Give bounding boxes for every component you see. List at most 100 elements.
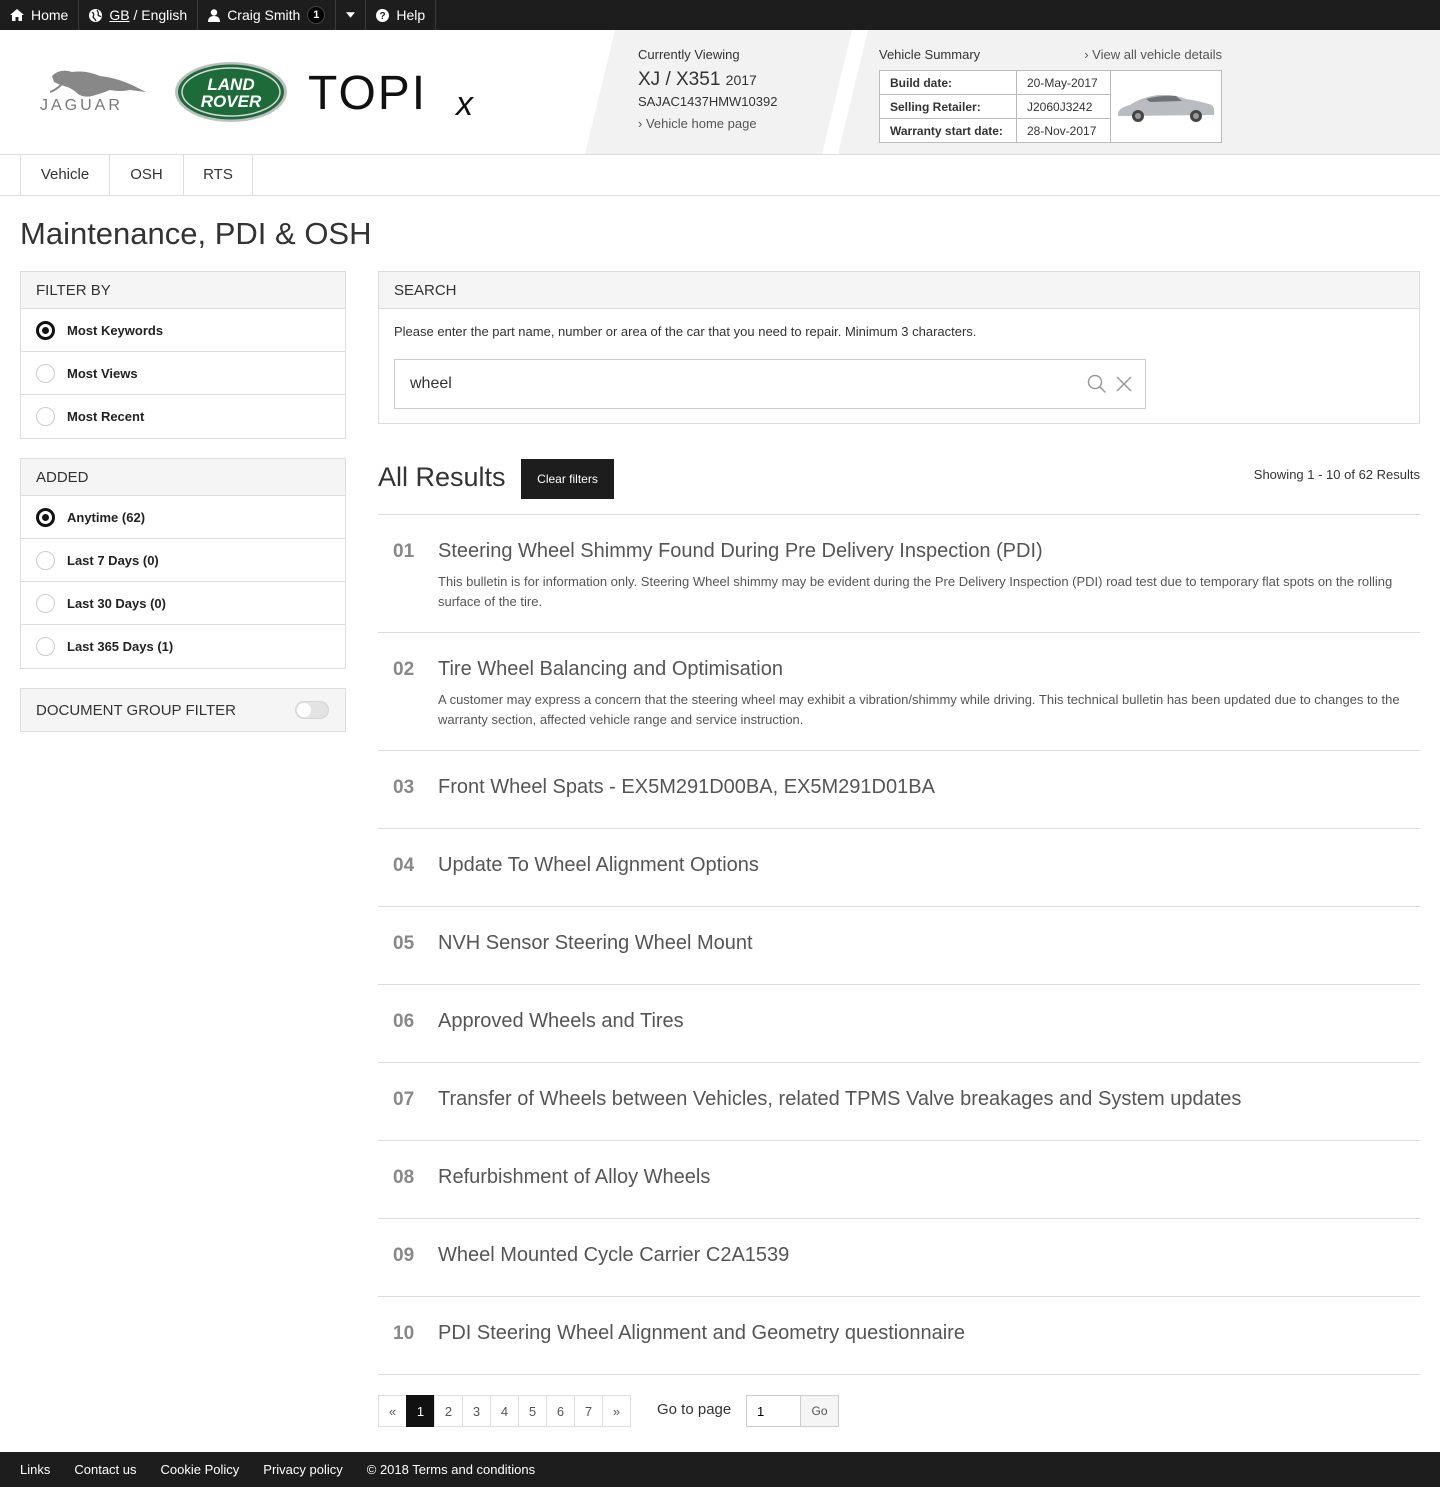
filter-option-label: Most Recent bbox=[67, 409, 145, 424]
result-item[interactable]: 07 Transfer of Wheels between Vehicles, … bbox=[378, 1063, 1420, 1141]
clear-filters-button[interactable]: Clear filters bbox=[521, 459, 614, 499]
result-item[interactable]: 01 Steering Wheel Shimmy Found During Pr… bbox=[378, 515, 1420, 633]
radio-unselected[interactable] bbox=[36, 637, 55, 656]
radio-unselected[interactable] bbox=[36, 550, 55, 570]
close-icon[interactable] bbox=[1116, 376, 1132, 392]
result-title[interactable]: Steering Wheel Shimmy Found During Pre D… bbox=[438, 540, 1043, 563]
currently-viewing-label: Currently Viewing bbox=[638, 47, 740, 62]
radio-unselected[interactable] bbox=[36, 407, 55, 426]
radio-unselected[interactable] bbox=[36, 593, 55, 613]
added-option-last-7-days[interactable]: Last 7 Days (0) bbox=[21, 539, 345, 582]
top-bar: Home GB / English Craig Smith 1 ? Help bbox=[0, 0, 1440, 30]
land-rover-logo[interactable]: LAND ROVER bbox=[174, 61, 288, 123]
language-selector[interactable]: GB / English bbox=[79, 0, 199, 30]
help-label: Help bbox=[396, 7, 426, 23]
search-input[interactable] bbox=[395, 360, 1075, 408]
footer-link-contact[interactable]: Contact us bbox=[74, 1462, 136, 1477]
radio-selected[interactable] bbox=[36, 320, 55, 340]
page-button-current[interactable]: 1 bbox=[406, 1395, 435, 1427]
filter-option-most-recent[interactable]: Most Recent bbox=[21, 395, 345, 438]
summary-value: 28-Nov-2017 bbox=[1017, 119, 1111, 143]
result-number: 10 bbox=[393, 1323, 415, 1344]
document-group-filter-label: DOCUMENT GROUP FILTER bbox=[36, 701, 237, 719]
help-link[interactable]: ? Help bbox=[366, 0, 437, 30]
jaguar-wordmark: JAGUAR bbox=[40, 97, 123, 114]
result-description: This bulletin is for information only. S… bbox=[438, 574, 1393, 609]
result-item[interactable]: 05 NVH Sensor Steering Wheel Mount bbox=[378, 907, 1420, 985]
result-number: 01 bbox=[393, 541, 415, 562]
pagination: « 1 2 3 4 5 6 7 » bbox=[378, 1395, 631, 1427]
tab-rts[interactable]: RTS bbox=[184, 155, 253, 196]
result-number: 04 bbox=[393, 855, 415, 876]
result-title[interactable]: Wheel Mounted Cycle Carrier C2A1539 bbox=[438, 1244, 789, 1267]
page-button[interactable]: 7 bbox=[574, 1395, 603, 1427]
tab-vehicle[interactable]: Vehicle bbox=[20, 155, 110, 196]
page-button[interactable]: 2 bbox=[434, 1395, 463, 1427]
chevron-right-icon: › bbox=[638, 116, 643, 131]
result-title[interactable]: Transfer of Wheels between Vehicles, rel… bbox=[438, 1088, 1241, 1111]
filter-option-most-views[interactable]: Most Views bbox=[21, 352, 345, 395]
home-link[interactable]: Home bbox=[0, 0, 80, 30]
vehicle-year: 2017 bbox=[725, 72, 757, 88]
page-prev-button[interactable]: « bbox=[378, 1395, 407, 1427]
result-description: A customer may express a concern that th… bbox=[438, 692, 1400, 727]
result-title[interactable]: PDI Steering Wheel Alignment and Geometr… bbox=[438, 1322, 965, 1345]
footer-link-privacy-policy[interactable]: Privacy policy bbox=[263, 1462, 342, 1477]
footer-link-terms[interactable]: © 2018 Terms and conditions bbox=[367, 1462, 535, 1477]
page-button[interactable]: 6 bbox=[546, 1395, 575, 1427]
page-next-button[interactable]: » bbox=[602, 1395, 631, 1427]
vehicle-thumbnail bbox=[1118, 94, 1215, 122]
filter-option-label: Most Views bbox=[67, 365, 138, 381]
result-item[interactable]: 04 Update To Wheel Alignment Options bbox=[378, 829, 1420, 907]
result-number: 02 bbox=[393, 659, 415, 680]
filter-by-title: FILTER BY bbox=[21, 272, 345, 309]
added-title: ADDED bbox=[21, 459, 345, 496]
added-option-last-30-days[interactable]: Last 30 Days (0) bbox=[21, 582, 345, 625]
result-title[interactable]: Refurbishment of Alloy Wheels bbox=[438, 1166, 710, 1189]
search-icon[interactable] bbox=[1087, 374, 1107, 394]
result-title[interactable]: Front Wheel Spats - EX5M291D00BA, EX5M29… bbox=[438, 776, 935, 799]
footer-link-cookie-policy[interactable]: Cookie Policy bbox=[161, 1462, 240, 1477]
result-number: 09 bbox=[393, 1245, 415, 1266]
summary-value: 20-May-2017 bbox=[1017, 71, 1111, 94]
footer-link-links[interactable]: Links bbox=[20, 1462, 50, 1477]
summary-key: Selling Retailer: bbox=[880, 95, 1017, 118]
filter-option-most-keywords[interactable]: Most Keywords bbox=[21, 309, 345, 352]
header-divider bbox=[822, 30, 868, 154]
user-menu-dropdown[interactable] bbox=[336, 0, 367, 30]
result-title[interactable]: NVH Sensor Steering Wheel Mount bbox=[438, 932, 753, 955]
result-item[interactable]: 02 Tire Wheel Balancing and Optimisation… bbox=[378, 633, 1420, 751]
vehicle-home-link[interactable]: › Vehicle home page bbox=[638, 116, 777, 131]
radio-unselected[interactable] bbox=[36, 363, 55, 383]
vehicle-vin: SAJAC1437HMW10392 bbox=[638, 94, 778, 109]
result-item[interactable]: 06 Approved Wheels and Tires bbox=[378, 985, 1420, 1063]
goto-page-input[interactable] bbox=[746, 1395, 801, 1427]
result-item[interactable]: 08 Refurbishment of Alloy Wheels bbox=[378, 1141, 1420, 1219]
topix-logo[interactable]: TOPI x bbox=[308, 68, 498, 124]
result-title[interactable]: Approved Wheels and Tires bbox=[438, 1010, 684, 1033]
summary-row-selling-retailer: Selling Retailer: J2060J3242 bbox=[880, 95, 1111, 119]
notification-badge[interactable]: 1 bbox=[307, 6, 326, 24]
result-item[interactable]: 03 Front Wheel Spats - EX5M291D00BA, EX5… bbox=[378, 751, 1420, 829]
vehicle-summary-label: Vehicle Summary bbox=[879, 47, 981, 62]
jaguar-logo[interactable]: JAGUAR bbox=[38, 66, 150, 118]
page-button[interactable]: 4 bbox=[490, 1395, 519, 1427]
page-button[interactable]: 3 bbox=[462, 1395, 491, 1427]
result-item[interactable]: 09 Wheel Mounted Cycle Carrier C2A1539 bbox=[378, 1219, 1420, 1297]
page-button[interactable]: 5 bbox=[518, 1395, 547, 1427]
go-button[interactable]: Go bbox=[800, 1395, 839, 1427]
main-tabs: Vehicle OSH RTS bbox=[0, 155, 1440, 196]
svg-text:?: ? bbox=[380, 11, 386, 22]
view-all-details-label: View all vehicle details bbox=[1092, 47, 1222, 62]
view-all-details-link[interactable]: › View all vehicle details bbox=[1084, 47, 1222, 62]
document-group-toggle[interactable] bbox=[295, 701, 329, 719]
result-title[interactable]: Tire Wheel Balancing and Optimisation bbox=[438, 658, 783, 681]
radio-selected[interactable] bbox=[36, 507, 55, 527]
tab-osh[interactable]: OSH bbox=[110, 155, 184, 196]
result-title[interactable]: Update To Wheel Alignment Options bbox=[438, 854, 759, 877]
added-option-last-365-days[interactable]: Last 365 Days (1) bbox=[21, 625, 345, 668]
user-menu[interactable]: Craig Smith 1 bbox=[198, 0, 337, 30]
site-header: JAGUAR LAND ROVER TOPI x Currently Viewi… bbox=[0, 30, 1440, 155]
result-item[interactable]: 10 PDI Steering Wheel Alignment and Geom… bbox=[378, 1297, 1420, 1375]
added-option-anytime[interactable]: Anytime (62) bbox=[21, 496, 345, 539]
